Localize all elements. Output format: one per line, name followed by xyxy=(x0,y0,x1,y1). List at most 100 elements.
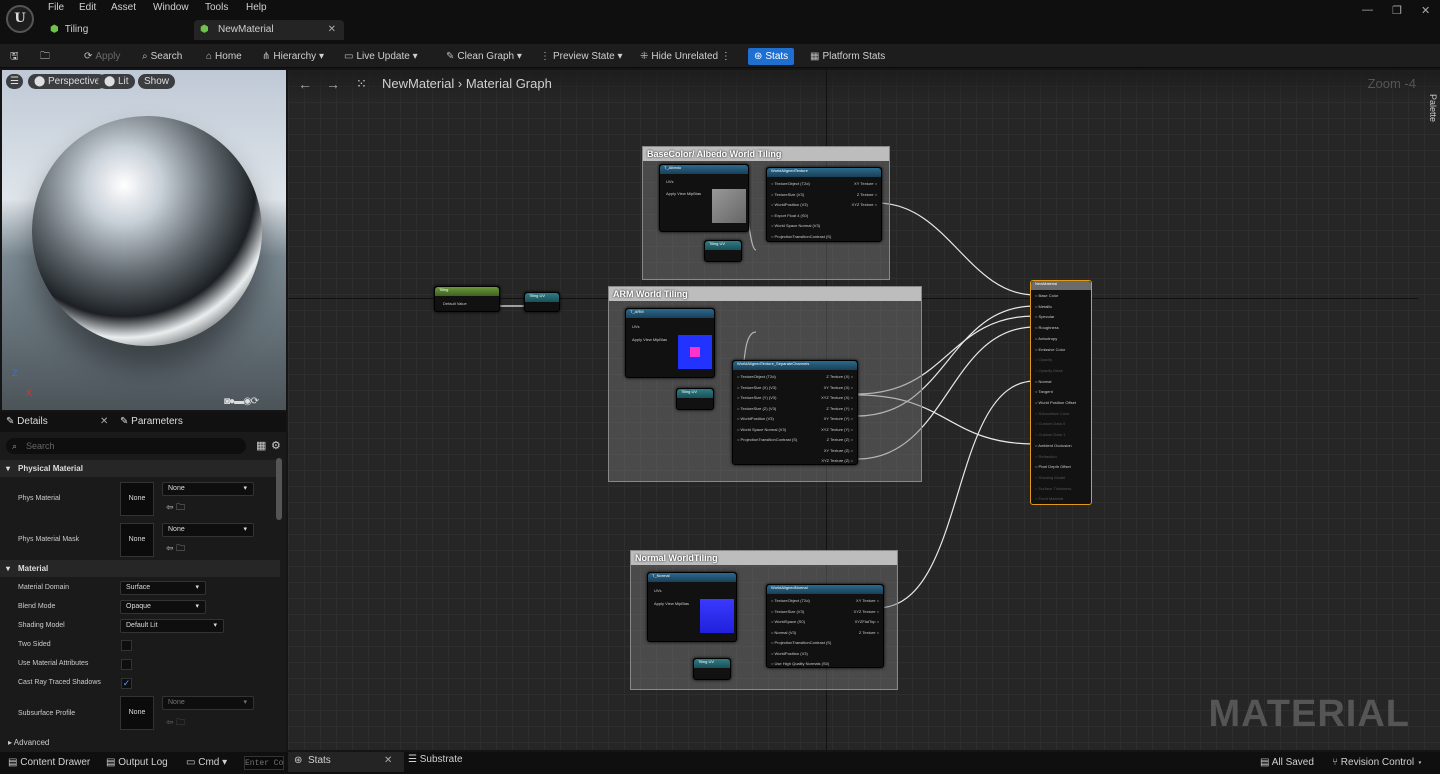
platform-stats-button[interactable]: ▦ Platform Stats xyxy=(810,48,885,65)
blend-mode-dropdown[interactable]: Opaque ▾ xyxy=(120,600,206,614)
pin-input[interactable]: ○ Export Float 4 (S0) xyxy=(771,211,808,221)
pin-mipbias[interactable]: Apply View MipBias xyxy=(654,599,689,609)
tab-newmaterial[interactable]: ⬢ NewMaterial ✕ xyxy=(194,20,344,40)
home-button[interactable]: ⌂ Home xyxy=(206,48,242,65)
close-details-icon[interactable]: ✕ xyxy=(100,412,108,432)
pin-output[interactable]: Z Texture (X) ○ xyxy=(826,372,853,382)
browse-icon[interactable]: 🗀 xyxy=(40,48,50,65)
pin-result-input[interactable]: ○ Metallic xyxy=(1035,302,1052,312)
pin-output[interactable]: Z Texture ○ xyxy=(859,628,879,638)
pin-result-input[interactable]: ○ Custom Data 0 xyxy=(1035,419,1065,429)
pin-output[interactable]: Z Texture (Z) ○ xyxy=(827,435,853,445)
material-graph[interactable]: ← → ⁙ NewMaterial › Material Graph Zoom … xyxy=(288,70,1440,750)
preview-state-button[interactable]: ⋮ Preview State ▾ xyxy=(540,48,623,65)
tab-details[interactable]: ✎ Details xyxy=(6,412,48,432)
close-window-icon[interactable]: ✕ xyxy=(1421,4,1430,17)
viewport-menu-icon[interactable]: ☰ xyxy=(6,74,23,89)
pin-result-input[interactable]: ○ Anisotropy xyxy=(1035,334,1057,344)
substrate-tab[interactable]: ☰ Substrate xyxy=(408,754,463,765)
cmd-button[interactable]: ▭ Cmd ▾ xyxy=(186,757,227,768)
pin-input[interactable]: ○ ProjectionTransitionContrast (S) xyxy=(771,638,831,648)
pin-result-input[interactable]: ○ Surface Thickness xyxy=(1035,484,1071,494)
pin-output[interactable]: XYZ Texture (Y) ○ xyxy=(821,425,853,435)
pin-input[interactable]: ○ TextureSize (X) (V3) xyxy=(737,383,776,393)
section-material[interactable]: ▾ Material xyxy=(0,560,280,577)
pin-output[interactable]: XYZFlatTop ○ xyxy=(855,617,879,627)
details-search-input[interactable]: ⌕ Search xyxy=(6,438,246,454)
pin-result-input[interactable]: ○ Base Color xyxy=(1035,291,1058,301)
lit-button[interactable]: ⬤ Lit xyxy=(98,74,135,89)
tab-tiling[interactable]: ⬢ Tiling xyxy=(50,20,190,40)
pin-input[interactable]: ○ WorldPosition (V3) xyxy=(737,414,774,424)
menu-file[interactable]: File xyxy=(48,2,64,13)
material-domain-dropdown[interactable]: Surface ▾ xyxy=(120,581,206,595)
output-log-button[interactable]: ▤ Output Log xyxy=(106,757,168,768)
pin-output[interactable]: XY Texture (Z) ○ xyxy=(824,446,853,456)
node-arm-texture[interactable]: T_ARM UVs Apply View MipBias xyxy=(625,308,715,378)
pin-input[interactable]: ○ TextureSize (V3) xyxy=(771,607,804,617)
search-button[interactable]: ⌕ Search xyxy=(142,48,182,65)
pin-uvs[interactable]: UVs xyxy=(666,177,674,187)
pin-result-input[interactable]: ○ Custom Data 1 xyxy=(1035,430,1065,440)
pin-input[interactable]: ○ TextureObject (T2d) xyxy=(771,596,810,606)
subsurface-dropdown[interactable]: None ▾ xyxy=(162,696,254,710)
pin-output[interactable]: XY Texture (X) ○ xyxy=(824,383,853,393)
node-tiling-uv-reroute-normal[interactable]: Tiling UV xyxy=(693,658,731,680)
phys-mask-thumbnail[interactable]: None xyxy=(120,523,154,557)
cast-ray-traced-shadows-checkbox[interactable]: ✓ xyxy=(121,678,132,689)
pin-output[interactable]: XYZ Texture ○ xyxy=(854,607,879,617)
pin-mipbias[interactable]: Apply View MipBias xyxy=(666,189,701,199)
grid-view-icon[interactable]: ▦ xyxy=(256,439,266,452)
stats-tab[interactable]: ⊛ Stats ✕ xyxy=(288,752,404,772)
node-worldalignedtexture[interactable]: WorldAlignedTexture ○ TextureObject (T2d… xyxy=(766,167,882,242)
minimize-icon[interactable]: — xyxy=(1362,4,1373,16)
phys-material-dropdown[interactable]: None ▾ xyxy=(162,482,254,496)
settings-gear-icon[interactable]: ⚙ xyxy=(271,439,281,452)
pin-result-input[interactable]: ○ Roughness xyxy=(1035,323,1059,333)
node-tiling-uv-reroute-arm[interactable]: Tiling UV xyxy=(676,388,714,410)
phys-material-thumbnail[interactable]: None xyxy=(120,482,154,516)
pin-result-input[interactable]: ○ Subsurface Color xyxy=(1035,409,1069,419)
two-sided-checkbox[interactable] xyxy=(121,640,132,651)
content-drawer-button[interactable]: ▤ Content Drawer xyxy=(8,757,90,768)
hierarchy-button[interactable]: ⋔ Hierarchy ▾ xyxy=(262,48,324,65)
pin-input[interactable]: ○ WorldSpace (S0) xyxy=(771,617,805,627)
hide-unrelated-button[interactable]: ⁜ Hide Unrelated ⋮ xyxy=(640,48,731,65)
node-material-result[interactable]: NewMaterial ○ Base Color ○ Metallic ○ Spec… xyxy=(1030,280,1092,505)
node-worldalignednormal[interactable]: WorldAlignedNormal ○ TextureObject (T2d)… xyxy=(766,584,884,668)
pin-result-input[interactable]: ○ Refraction xyxy=(1035,452,1057,462)
pin-result-input[interactable]: ○ Opacity xyxy=(1035,355,1052,365)
pin-result-input[interactable]: ○ Normal xyxy=(1035,377,1051,387)
pin-input[interactable]: ○ TextureSize (V3) xyxy=(771,190,804,200)
pin-input[interactable]: ○ ProjectionTransitionContrast (S) xyxy=(771,232,831,242)
node-albedo-texture[interactable]: T_Albedo UVs Apply View MipBias xyxy=(659,164,749,232)
tab-parameters[interactable]: ✎ Parameters xyxy=(120,412,183,432)
menu-edit[interactable]: Edit xyxy=(79,2,96,13)
pin-input[interactable]: ○ Use High Quality Normals (S0) xyxy=(771,659,829,669)
pin-input[interactable]: ○ WorldPosition (V3) xyxy=(771,649,808,659)
revision-control-button[interactable]: ⑂ Revision Control ▾ xyxy=(1332,757,1423,768)
pin-result-input[interactable]: ○ Pixel Depth Offset xyxy=(1035,462,1071,472)
pin-result-input[interactable]: ○ Opacity Mask xyxy=(1035,366,1063,376)
section-physical-material[interactable]: ▾ Physical Material xyxy=(0,460,280,477)
use-asset-icon[interactable]: ⇦ 🗀 xyxy=(166,715,185,731)
pin-result-input[interactable]: ○ Shading Model xyxy=(1035,473,1065,483)
pin-output[interactable]: XY Texture (Y) ○ xyxy=(824,414,853,424)
shading-model-dropdown[interactable]: Default Lit ▾ xyxy=(120,619,224,633)
menu-asset[interactable]: Asset xyxy=(111,2,136,13)
pin-output[interactable]: Z Texture (Y) ○ xyxy=(826,404,853,414)
clean-graph-button[interactable]: ✎ Clean Graph ▾ xyxy=(446,48,522,65)
use-asset-icon[interactable]: ⇦ 🗀 xyxy=(166,541,185,557)
pin-input[interactable]: ○ World Space Normal (V3) xyxy=(771,221,820,231)
subsurface-thumbnail[interactable]: None xyxy=(120,696,154,730)
stats-button[interactable]: ⊛ Stats xyxy=(748,48,795,65)
node-normal-texture[interactable]: T_Normal UVs Apply View MipBias xyxy=(647,572,737,642)
pin-uvs[interactable]: UVs xyxy=(654,586,662,596)
pin-result-input[interactable]: ○ Ambient Occlusion xyxy=(1035,441,1072,451)
close-icon[interactable]: ✕ xyxy=(384,755,392,766)
menu-window[interactable]: Window xyxy=(153,2,189,13)
menu-help[interactable]: Help xyxy=(246,2,267,13)
pin-mipbias[interactable]: Apply View MipBias xyxy=(632,335,667,345)
node-tiling-uv-reroute[interactable]: Tiling UV xyxy=(704,240,742,262)
advanced-expander[interactable]: ▸ Advanced xyxy=(8,738,49,747)
